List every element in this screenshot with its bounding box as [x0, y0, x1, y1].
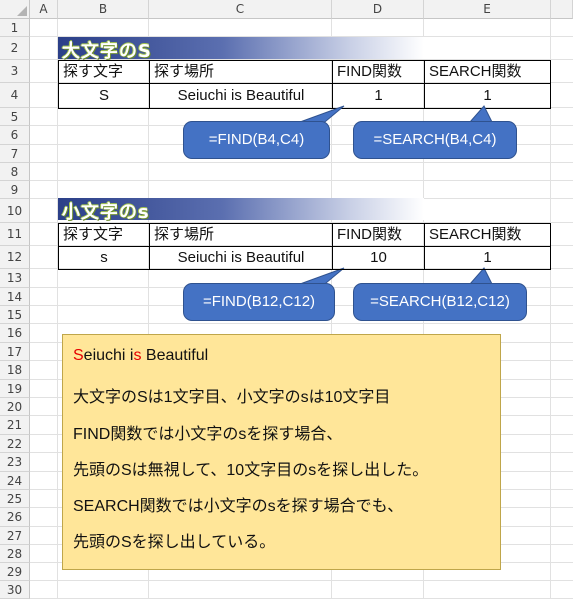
- note-line-6: 先頭のSを探し出している。: [73, 534, 276, 551]
- row-header-19[interactable]: 19: [0, 380, 30, 398]
- row-header-4[interactable]: 4: [0, 83, 30, 108]
- select-all-triangle-icon: [17, 6, 27, 16]
- column-header-a[interactable]: A: [30, 0, 58, 19]
- select-all-corner[interactable]: [0, 0, 30, 19]
- row-header-2[interactable]: 2: [0, 37, 30, 60]
- row-header-8[interactable]: 8: [0, 163, 30, 181]
- s1-find-callout[interactable]: =FIND(B4,C4): [183, 121, 330, 159]
- spreadsheet-grid[interactable]: A B C D E 1 2 3 4 5 6 7 8 9 10 11 12 13 14 15 16 17 18 19 2…: [0, 0, 573, 599]
- row-header-15[interactable]: 15: [0, 306, 30, 324]
- column-header-f[interactable]: [551, 0, 573, 19]
- row-header-3[interactable]: 3: [0, 60, 30, 83]
- gridline: [30, 580, 573, 581]
- s2-header-char[interactable]: 探す文字: [59, 224, 149, 246]
- row-header-1[interactable]: 1: [0, 19, 30, 37]
- gridline: [30, 180, 573, 181]
- section2-title: 小文字のs: [62, 202, 150, 223]
- row-header-11[interactable]: 11: [0, 223, 30, 246]
- row-header-7[interactable]: 7: [0, 145, 30, 163]
- s2-header-place[interactable]: 探す場所: [150, 224, 332, 246]
- column-header-d[interactable]: D: [332, 0, 424, 19]
- row-header-27[interactable]: 27: [0, 527, 30, 545]
- row-header-25[interactable]: 25: [0, 490, 30, 508]
- s1-search-callout[interactable]: =SEARCH(B4,C4): [353, 121, 517, 159]
- row-header-6[interactable]: 6: [0, 126, 30, 145]
- note-line-4: 先頭のSは無視して、10文字目のsを探し出した。: [73, 462, 429, 479]
- s2-search-callout[interactable]: =SEARCH(B12,C12): [353, 283, 527, 321]
- s1-header-place[interactable]: 探す場所: [150, 61, 332, 83]
- note-line-5: SEARCH関数では小文字のsを探す場合でも、: [73, 498, 404, 515]
- row-header-26[interactable]: 26: [0, 508, 30, 527]
- column-header-b[interactable]: B: [58, 0, 149, 19]
- row-header-16[interactable]: 16: [0, 324, 30, 343]
- row-header-22[interactable]: 22: [0, 435, 30, 453]
- row-header-28[interactable]: 28: [0, 545, 30, 563]
- s1-header-find[interactable]: FIND関数: [333, 61, 424, 83]
- row-header-21[interactable]: 21: [0, 416, 30, 435]
- explanation-note-box[interactable]: Seiuchi is Beautiful 大文字のSは1文字目、小文字のsは10…: [62, 334, 501, 570]
- s1-value-search[interactable]: 1: [425, 84, 550, 108]
- s2-header-search[interactable]: SEARCH関数: [425, 224, 550, 246]
- row-header-10[interactable]: 10: [0, 199, 30, 223]
- row-header-12[interactable]: 12: [0, 246, 30, 269]
- row-header-18[interactable]: 18: [0, 361, 30, 380]
- s2-search-callout-pointer: [468, 267, 493, 285]
- row-header-14[interactable]: 14: [0, 288, 30, 306]
- row-header-5[interactable]: 5: [0, 108, 30, 126]
- s2-value-find[interactable]: 10: [333, 247, 424, 269]
- s2-header-find[interactable]: FIND関数: [333, 224, 424, 246]
- row-header-17[interactable]: 17: [0, 343, 30, 361]
- row-header-20[interactable]: 20: [0, 398, 30, 416]
- s2-value-place[interactable]: Seiuchi is Beautiful: [150, 247, 332, 269]
- gridline: [30, 162, 573, 163]
- s2-value-char[interactable]: s: [59, 247, 149, 269]
- row-header-24[interactable]: 24: [0, 472, 30, 490]
- s2-find-callout[interactable]: =FIND(B12,C12): [183, 283, 335, 321]
- s1-value-char[interactable]: S: [59, 84, 149, 108]
- row-header-30[interactable]: 30: [0, 581, 30, 599]
- s1-header-char[interactable]: 探す文字: [59, 61, 149, 83]
- row-header-29[interactable]: 29: [0, 563, 30, 581]
- column-header-c[interactable]: C: [149, 0, 332, 19]
- row-header-9[interactable]: 9: [0, 181, 30, 199]
- note-line-2: 大文字のSは1文字目、小文字のsは10文字目: [73, 389, 391, 406]
- note-highlight-capital-s: S: [73, 347, 84, 364]
- row-header-23[interactable]: 23: [0, 453, 30, 472]
- s1-header-search[interactable]: SEARCH関数: [425, 61, 550, 83]
- s1-value-find[interactable]: 1: [333, 84, 424, 108]
- note-line-1: Seiuchi is Beautiful: [73, 347, 209, 364]
- column-header-e[interactable]: E: [424, 0, 551, 19]
- gridline: [30, 323, 573, 324]
- s2-value-search[interactable]: 1: [425, 247, 550, 269]
- note-line-3: FIND関数では小文字のsを探す場合、: [73, 426, 343, 443]
- row-header-13[interactable]: 13: [0, 269, 30, 288]
- s1-value-place[interactable]: Seiuchi is Beautiful: [150, 84, 332, 108]
